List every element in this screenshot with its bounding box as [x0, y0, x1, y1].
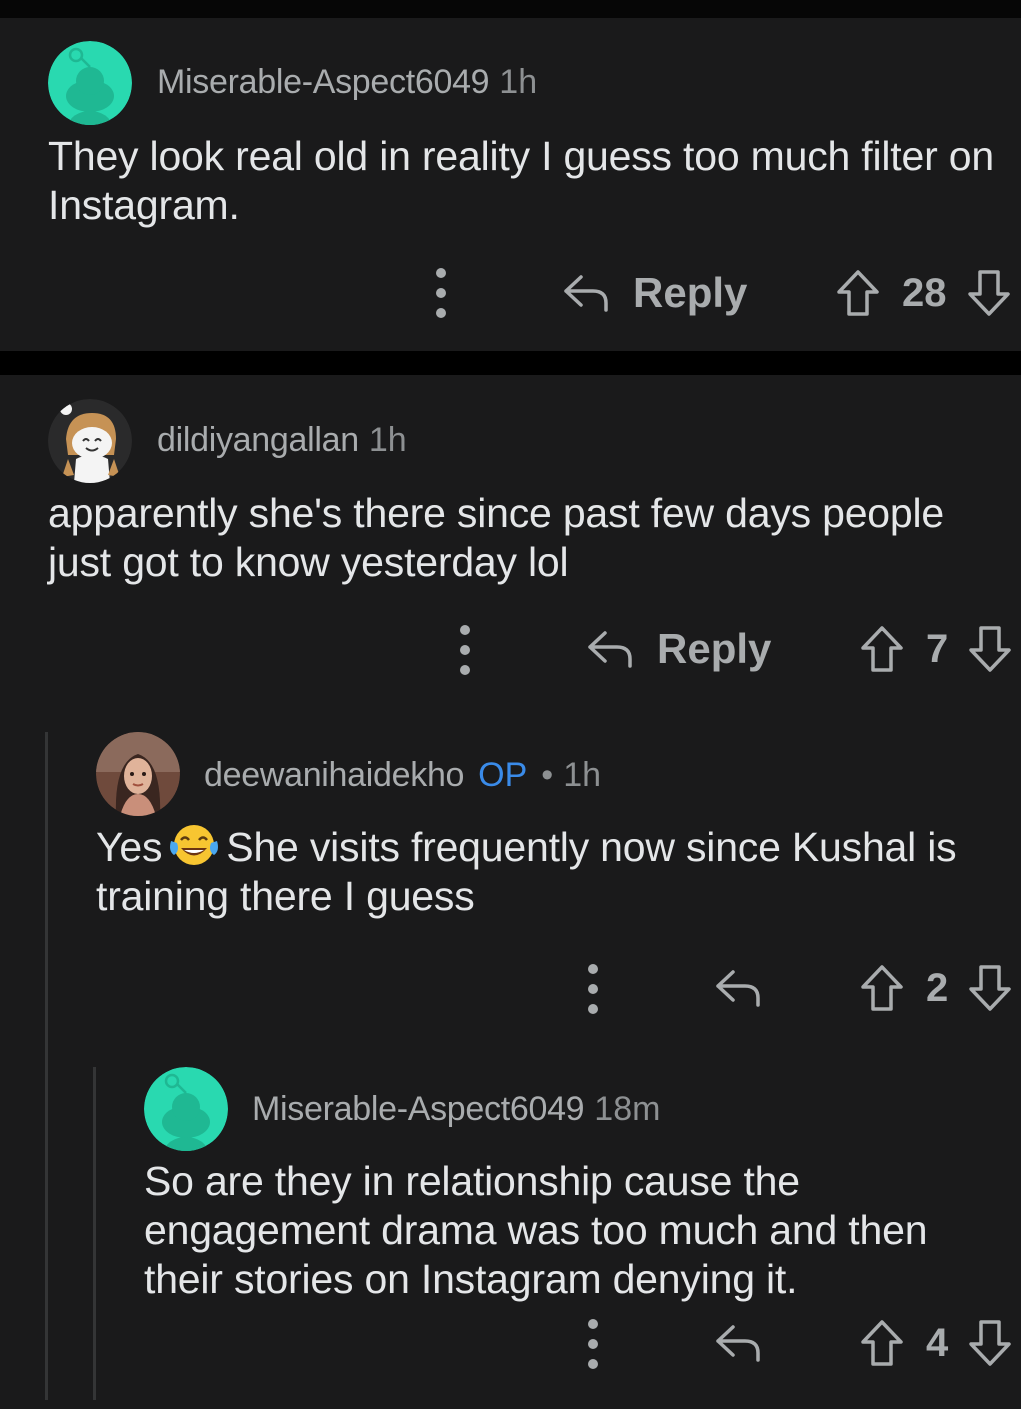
- snoo-teal-avatar[interactable]: [144, 1067, 228, 1151]
- downvote-arrow-icon[interactable]: [968, 1319, 1012, 1367]
- comment-body: They look real old in reality I guess to…: [48, 133, 994, 228]
- comment-actions: 2: [0, 958, 1021, 1018]
- snoo-teal-avatar[interactable]: [48, 41, 132, 125]
- vote-count: 2: [926, 965, 949, 1010]
- comment-2: dildiyangallan 1h apparently she's there…: [0, 375, 1021, 705]
- upvote-arrow-icon[interactable]: [836, 269, 880, 317]
- timestamp: 1h: [563, 755, 602, 794]
- comment-body: apparently she's there since past few da…: [48, 490, 945, 585]
- username[interactable]: Miserable-Aspect6049: [252, 1090, 585, 1129]
- top-edge: [0, 0, 1021, 18]
- username[interactable]: deewanihaidekho: [204, 756, 464, 795]
- more-options-icon[interactable]: [433, 268, 449, 318]
- downvote-arrow-icon[interactable]: [968, 625, 1012, 673]
- upvote-arrow-icon[interactable]: [860, 1319, 904, 1367]
- vote-count: 4: [926, 1320, 949, 1365]
- reply-arrow-icon: [564, 275, 608, 312]
- comment-3: deewanihaidekho OP • 1h Yes She visits f…: [0, 715, 1021, 1045]
- separator: •: [541, 755, 554, 794]
- reply-button[interactable]: [715, 958, 761, 1018]
- more-options-icon[interactable]: [585, 964, 601, 1014]
- comment-header: Miserable-Aspect6049 1h: [157, 60, 537, 104]
- comment-header: deewanihaidekho OP • 1h: [204, 753, 601, 797]
- reply-arrow-icon: [716, 1325, 760, 1362]
- reply-label: Reply: [657, 625, 772, 672]
- snoo-costume-avatar[interactable]: [48, 399, 132, 483]
- comment-body-end: She visits frequently now since Kushal i…: [96, 824, 957, 919]
- reply-button[interactable]: Reply: [563, 263, 747, 323]
- vote-count: 28: [902, 270, 947, 315]
- vote-controls: 2: [860, 958, 1012, 1018]
- downvote-arrow-icon[interactable]: [967, 269, 1011, 317]
- face-with-tears-of-joy-emoji: [170, 825, 219, 865]
- upvote-arrow-icon[interactable]: [860, 964, 904, 1012]
- timestamp: 18m: [594, 1089, 661, 1128]
- reply-arrow-icon: [588, 631, 632, 668]
- reply-arrow-icon: [716, 970, 760, 1007]
- comment-actions: 4: [0, 1313, 1021, 1373]
- timestamp: 1h: [499, 62, 538, 101]
- reply-button[interactable]: Reply: [587, 619, 771, 679]
- username[interactable]: dildiyangallan: [157, 421, 359, 460]
- more-options-icon[interactable]: [457, 625, 473, 675]
- comment-body: Yes She visits frequently now since Kush…: [96, 823, 1006, 921]
- vote-controls: 7: [860, 619, 1012, 679]
- vote-controls: 28: [836, 263, 1011, 323]
- more-options-icon[interactable]: [585, 1319, 601, 1369]
- reply-button[interactable]: [715, 1313, 761, 1373]
- reply-label: Reply: [633, 269, 748, 316]
- comment-header: dildiyangallan 1h: [157, 418, 407, 462]
- comment-header: Miserable-Aspect6049 18m: [252, 1087, 660, 1131]
- comment-card: dildiyangallan 1h apparently she's there…: [0, 375, 1021, 1409]
- profile-photo-avatar[interactable]: [96, 732, 180, 816]
- upvote-arrow-icon[interactable]: [860, 625, 904, 673]
- op-badge: OP: [478, 755, 528, 794]
- vote-controls: 4: [860, 1313, 1012, 1373]
- downvote-arrow-icon[interactable]: [968, 964, 1012, 1012]
- comment-4: Miserable-Aspect6049 18m So are they in …: [0, 1050, 1021, 1409]
- comment-body-start: Yes: [96, 824, 163, 870]
- username[interactable]: Miserable-Aspect6049: [157, 63, 490, 102]
- comment-card: Miserable-Aspect6049 1h They look real o…: [0, 18, 1021, 351]
- comment-1: Miserable-Aspect6049 1h They look real o…: [0, 18, 1021, 351]
- vote-count: 7: [926, 626, 949, 671]
- timestamp: 1h: [368, 420, 407, 459]
- comment-actions: Reply 7: [0, 619, 1021, 679]
- comment-body: So are they in relationship cause the en…: [144, 1158, 928, 1302]
- comment-actions: Reply 28: [0, 263, 1021, 323]
